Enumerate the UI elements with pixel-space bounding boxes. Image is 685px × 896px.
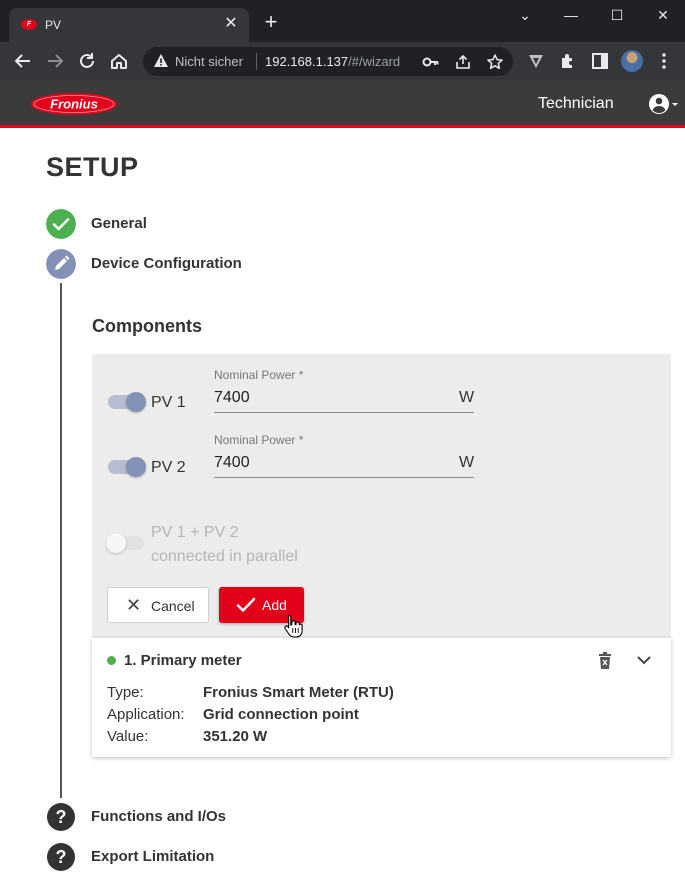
meter-status-dot: [107, 656, 116, 665]
svg-text:?: ?: [56, 807, 67, 827]
svg-text:?: ?: [56, 847, 67, 867]
delete-icon[interactable]: [597, 651, 613, 670]
hand-cursor-icon: [284, 614, 303, 638]
key-icon[interactable]: [422, 53, 440, 71]
pv1-input-underline: [214, 412, 474, 413]
meter-type-value: Fronius Smart Meter (RTU): [203, 684, 394, 701]
url-path: /#/wizard: [348, 54, 401, 69]
toggle-knob: [126, 457, 146, 477]
security-status-label[interactable]: Nicht sicher: [175, 54, 243, 69]
pv1-label: PV 1: [151, 394, 186, 411]
parallel-label: PV 1 + PV 2 connected in parallel: [151, 521, 298, 569]
fronius-favicon-icon: F: [21, 19, 37, 30]
puzzle-icon[interactable]: [558, 51, 578, 71]
browser-tab[interactable]: F PV ✕: [9, 8, 249, 42]
tab-search-icon[interactable]: ⌄: [510, 4, 540, 28]
meter-application-value: Grid connection point: [203, 706, 359, 723]
parallel-toggle[interactable]: [106, 533, 144, 553]
toggle-knob: [126, 392, 146, 412]
pv1-toggle[interactable]: [108, 392, 146, 412]
home-icon[interactable]: [108, 50, 130, 72]
url-text[interactable]: 192.168.1.137/#/wizard: [265, 54, 400, 69]
step-general[interactable]: General: [91, 215, 147, 232]
primary-meter-card[interactable]: 1. Primary meter Type: Fronius Smart Met…: [92, 638, 671, 757]
step-device-configuration[interactable]: Device Configuration: [91, 255, 242, 272]
pv1-nominal-power-input[interactable]: 7400: [214, 389, 250, 407]
step-pending-question-icon[interactable]: ?: [46, 802, 76, 832]
step-done-check-icon[interactable]: [46, 209, 76, 239]
address-bar[interactable]: Nicht sicher 192.168.1.137/#/wizard: [143, 47, 513, 76]
step-export-limitation[interactable]: Export Limitation: [91, 848, 214, 865]
step-connector-line: [60, 283, 62, 798]
step-edit-pencil-icon[interactable]: [46, 249, 76, 279]
warning-icon[interactable]: [153, 53, 169, 69]
fronius-logo[interactable]: Fronius: [30, 92, 118, 116]
pv2-nominal-power-input[interactable]: 7400: [214, 454, 250, 472]
tab-title: PV: [45, 18, 62, 32]
profile-avatar[interactable]: [621, 50, 643, 72]
brand-text: Fronius: [50, 97, 98, 112]
new-tab-button[interactable]: +: [260, 11, 282, 33]
step-functions-and-ios[interactable]: Functions and I/Os: [91, 808, 226, 825]
toggle-knob: [106, 533, 126, 553]
page-title: SETUP: [46, 152, 139, 182]
meter-title: 1. Primary meter: [124, 652, 242, 669]
parallel-label-line2: connected in parallel: [151, 548, 298, 565]
pv2-toggle[interactable]: [108, 457, 146, 477]
components-heading: Components: [92, 316, 202, 336]
account-circle-icon[interactable]: [648, 93, 678, 115]
add-button-label: Add: [262, 597, 287, 613]
reload-icon[interactable]: [76, 50, 98, 72]
pv2-label: PV 2: [151, 459, 186, 476]
maximize-button[interactable]: ☐: [602, 4, 632, 28]
step-pending-question-icon[interactable]: ?: [46, 842, 76, 872]
meter-value-key: Value:: [107, 728, 149, 745]
cancel-button[interactable]: ✕ Cancel: [107, 587, 209, 623]
cancel-button-label: Cancel: [151, 598, 195, 614]
star-icon[interactable]: [486, 53, 504, 71]
back-icon[interactable]: [12, 50, 34, 72]
app-header: Fronius Technician: [0, 80, 685, 128]
pv2-input-underline: [214, 477, 474, 478]
meter-value-value: 351.20 W: [203, 728, 268, 745]
url-divider: [256, 53, 257, 70]
window-close-button[interactable]: ✕: [648, 4, 678, 28]
browser-toolbar: Nicht sicher 192.168.1.137/#/wizard: [0, 42, 685, 80]
pv2-unit: W: [459, 454, 475, 471]
browser-tab-strip: F PV ✕ + ⌄ — ☐ ✕: [0, 0, 685, 42]
minimize-button[interactable]: —: [556, 4, 586, 28]
check-icon: [236, 597, 256, 612]
pv1-unit: W: [459, 389, 475, 406]
meter-application-key: Application:: [107, 706, 185, 723]
tab-close-icon[interactable]: ✕: [221, 14, 241, 34]
close-icon: ✕: [126, 595, 142, 615]
forward-icon[interactable]: [44, 50, 66, 72]
sidebar-icon[interactable]: [590, 51, 610, 71]
vivaldi-icon[interactable]: [526, 51, 546, 71]
share-icon[interactable]: [454, 53, 472, 71]
url-host: 192.168.1.137: [265, 54, 349, 69]
pv1-nominal-power-label: Nominal Power *: [214, 368, 304, 382]
parallel-label-line1: PV 1 + PV 2: [151, 524, 239, 541]
pv2-nominal-power-label: Nominal Power *: [214, 433, 304, 447]
kebab-menu-icon[interactable]: [654, 51, 674, 71]
user-name[interactable]: Technician: [538, 95, 614, 113]
meter-type-key: Type:: [107, 684, 144, 701]
chevron-down-icon[interactable]: [636, 653, 652, 667]
